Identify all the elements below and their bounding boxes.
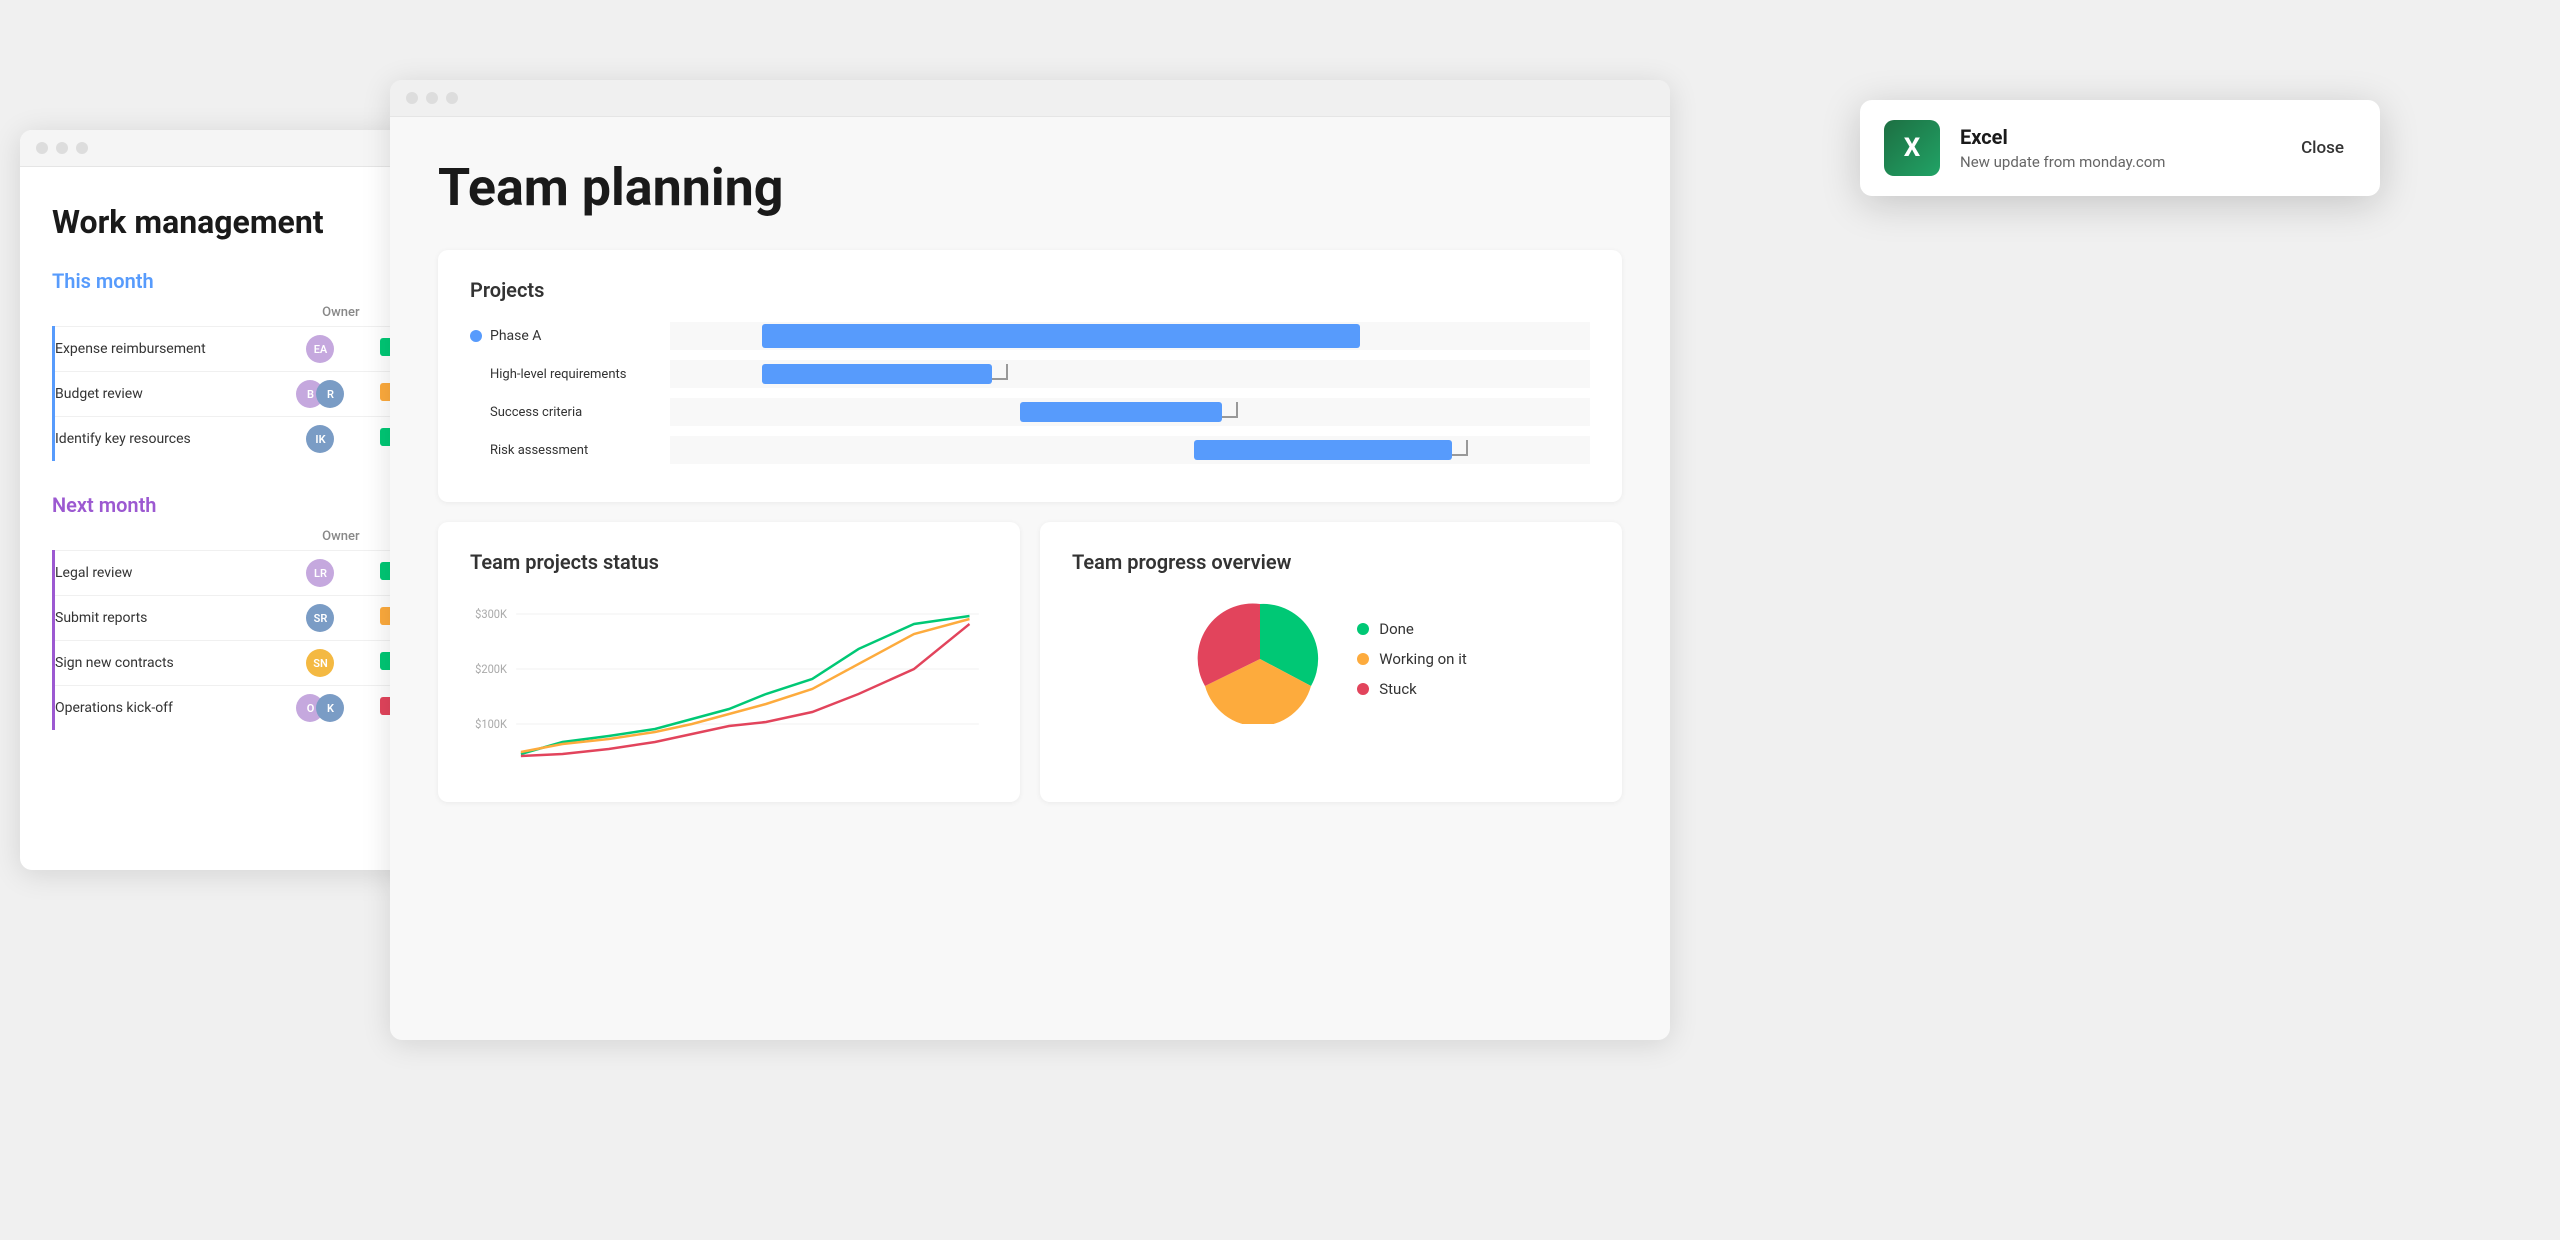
line-chart-svg: $300K $200K $100K: [470, 594, 988, 774]
avatar: SN: [306, 649, 334, 677]
task-name: Expense reimbursement: [54, 327, 278, 372]
progress-card-title: Team progress overview: [1072, 550, 1590, 574]
projects-card: Projects Phase A High-level requirements: [438, 250, 1622, 502]
avatar: LR: [306, 559, 334, 587]
task-owner: EA: [277, 327, 363, 372]
next-month-label: Next month: [52, 493, 398, 517]
task-name: Sign new contracts: [54, 641, 278, 686]
gantt-bar: [762, 364, 992, 384]
dot1: [36, 142, 48, 154]
task-name: Identify key resources: [54, 417, 278, 462]
work-management-window: Work management This month Owner Expense…: [20, 130, 430, 870]
team-progress-card: Team progress overview Do: [1040, 522, 1622, 802]
dot3: [446, 92, 458, 104]
done-dot-icon: [1357, 623, 1369, 635]
task-owner: O K: [277, 686, 363, 731]
task-name: Legal review: [54, 551, 278, 596]
legend-stuck-label: Stuck: [1379, 680, 1417, 698]
connector-icon: [1222, 402, 1238, 418]
connector-icon: [1452, 440, 1468, 456]
notification-title: Excel: [1960, 125, 2269, 149]
pie-chart-svg: [1195, 594, 1325, 724]
task-name-header: [54, 305, 278, 327]
notification-toast: X Excel New update from monday.com Close: [1860, 100, 2380, 196]
team-title: Team planning: [438, 157, 1622, 218]
table-row: Identify key resources IK: [54, 417, 399, 462]
dot1: [406, 92, 418, 104]
work-title: Work management: [52, 203, 398, 241]
owner-header-2: Owner: [277, 529, 363, 551]
gantt-bar: [1020, 402, 1222, 422]
task-owner: IK: [277, 417, 363, 462]
avatar: EA: [306, 335, 334, 363]
excel-icon: X: [1884, 120, 1940, 176]
bottom-cards: Team projects status $300K $200K $100K: [438, 522, 1622, 802]
legend-item-done: Done: [1357, 620, 1467, 638]
table-row: Sign new contracts SN: [54, 641, 399, 686]
gantt-track: [670, 360, 1590, 388]
gantt-bar: [762, 324, 1360, 348]
svg-text:$100K: $100K: [475, 717, 508, 732]
gantt-label: High-level requirements: [470, 367, 670, 382]
team-status-card: Team projects status $300K $200K $100K: [438, 522, 1020, 802]
avatar: IK: [306, 425, 334, 453]
gantt-label: Risk assessment: [470, 443, 670, 458]
working-dot-icon: [1357, 653, 1369, 665]
phase-dot-icon: [470, 330, 482, 342]
gantt-track: [670, 398, 1590, 426]
table-row: Operations kick-off O K: [54, 686, 399, 731]
svg-text:$200K: $200K: [475, 662, 508, 677]
legend-working-label: Working on it: [1379, 650, 1467, 668]
this-month-table: Owner Expense reimbursement EA Budget re…: [52, 305, 398, 461]
notification-message: New update from monday.com: [1960, 153, 2269, 171]
task-name: Operations kick-off: [54, 686, 278, 731]
task-owner: SR: [277, 596, 363, 641]
connector-icon: [992, 364, 1008, 380]
next-month-table: Owner Legal review LR Submit reports: [52, 529, 398, 730]
projects-title: Projects: [470, 278, 1590, 302]
team-planning-window: Team planning Projects Phase A H: [390, 80, 1670, 1040]
avatar: K: [316, 694, 344, 722]
gantt-track: [670, 322, 1590, 350]
this-month-label: This month: [52, 269, 398, 293]
legend-item-stuck: Stuck: [1357, 680, 1467, 698]
status-card-title: Team projects status: [470, 550, 988, 574]
notification-close-button[interactable]: Close: [2289, 130, 2356, 166]
task-name: Budget review: [54, 372, 278, 417]
notification-text: Excel New update from monday.com: [1960, 125, 2269, 171]
pie-legend: Done Working on it Stuck: [1357, 620, 1467, 698]
pie-chart-area: Done Working on it Stuck: [1072, 594, 1590, 724]
gantt-label: Phase A: [470, 328, 670, 344]
table-row: Budget review B R: [54, 372, 399, 417]
titlebar-team: [390, 80, 1670, 117]
avatar: SR: [306, 604, 334, 632]
stuck-dot-icon: [1357, 683, 1369, 695]
table-row: Expense reimbursement EA: [54, 327, 399, 372]
line-chart: $300K $200K $100K: [470, 594, 988, 774]
task-owner: LR: [277, 551, 363, 596]
task-owner: SN: [277, 641, 363, 686]
gantt-row: High-level requirements: [470, 360, 1590, 388]
gantt-chart: Phase A High-level requirements: [470, 322, 1590, 464]
task-name: Submit reports: [54, 596, 278, 641]
table-row: Submit reports SR: [54, 596, 399, 641]
gantt-row: Success criteria: [470, 398, 1590, 426]
gantt-label: Success criteria: [470, 405, 670, 420]
gantt-row: Risk assessment: [470, 436, 1590, 464]
task-owner: B R: [277, 372, 363, 417]
svg-text:$300K: $300K: [475, 607, 508, 622]
owner-header: Owner: [277, 305, 363, 327]
legend-done-label: Done: [1379, 620, 1414, 638]
table-row: Legal review LR: [54, 551, 399, 596]
dot2: [426, 92, 438, 104]
legend-item-working: Working on it: [1357, 650, 1467, 668]
titlebar-work: [20, 130, 430, 167]
gantt-track: [670, 436, 1590, 464]
avatar: R: [316, 380, 344, 408]
gantt-bar: [1194, 440, 1452, 460]
dot2: [56, 142, 68, 154]
dot3: [76, 142, 88, 154]
gantt-row: Phase A: [470, 322, 1590, 350]
